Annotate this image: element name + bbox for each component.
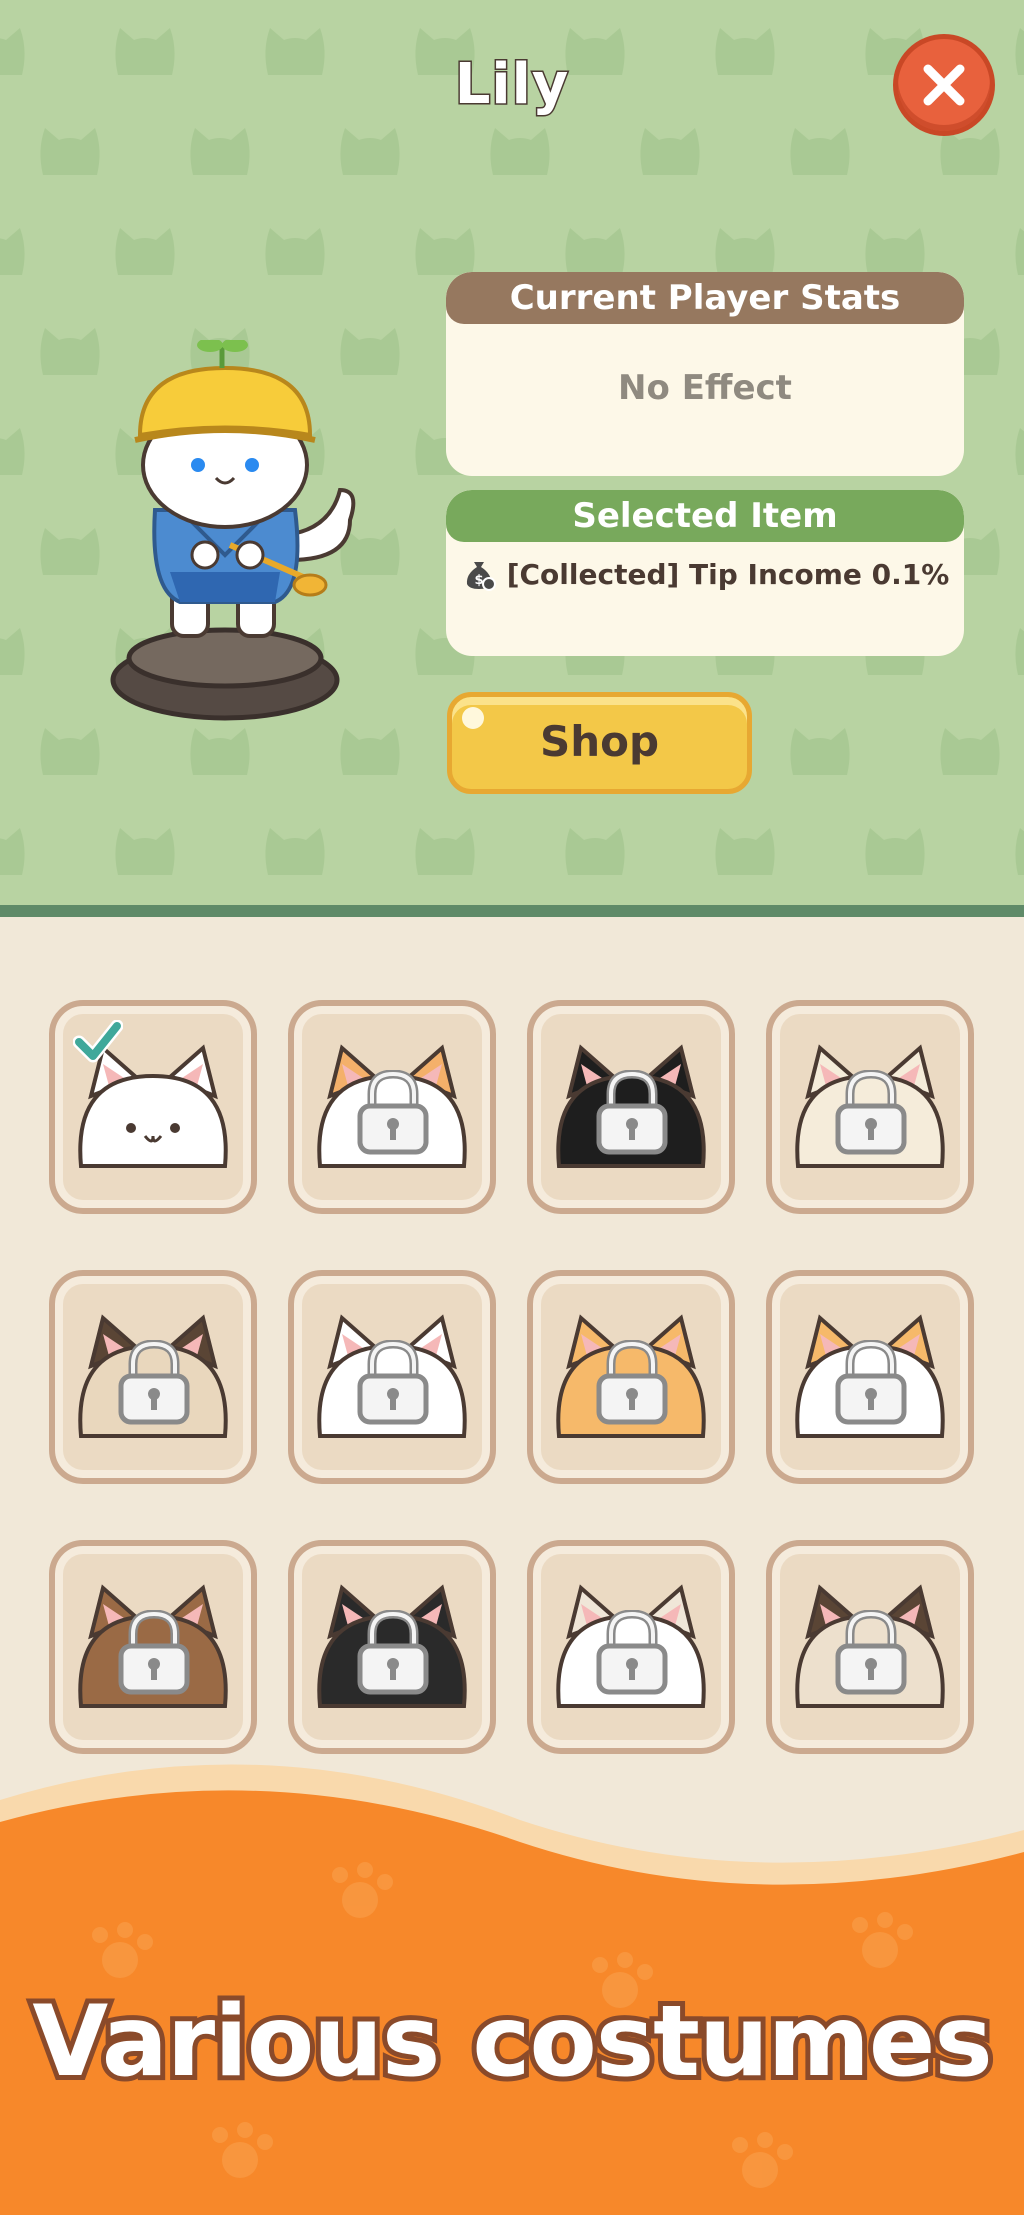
- background-cat-icon: [335, 120, 405, 180]
- stats-value: No Effect: [618, 368, 792, 408]
- character-preview-area: Lily Current Player Stats No Effect Sele…: [0, 0, 1024, 905]
- lock-icon: [596, 1610, 668, 1695]
- lock-icon: [118, 1340, 190, 1425]
- lock-icon: [118, 1610, 190, 1695]
- banner-headline: Various costumes: [27, 1980, 997, 2104]
- lock-icon: [835, 1070, 907, 1155]
- background-cat-icon: [1010, 420, 1024, 480]
- costume-slot-siamese-cat[interactable]: [766, 1540, 974, 1754]
- stats-panel-header: Current Player Stats: [446, 272, 964, 324]
- current-player-stats-panel: Current Player Stats No Effect: [446, 272, 964, 476]
- background-cat-icon: [0, 820, 30, 880]
- background-cat-icon: [635, 120, 705, 180]
- check-icon: [73, 1020, 123, 1063]
- background-cat-icon: [410, 220, 480, 280]
- background-cat-icon: [0, 420, 30, 480]
- selected-item-text: [Collected] Tip Income 0.1%: [506, 557, 950, 591]
- background-cat-icon: [935, 720, 1005, 780]
- shop-button[interactable]: Shop: [447, 692, 752, 794]
- background-cat-icon: [560, 220, 630, 280]
- background-cat-icon: [1010, 220, 1024, 280]
- money-bag-icon: $: [466, 562, 496, 591]
- close-icon: [923, 64, 965, 106]
- background-cat-icon: [35, 320, 105, 380]
- background-cat-icon: [860, 220, 930, 280]
- costume-slot-orange-white-cat[interactable]: [766, 1270, 974, 1484]
- background-cat-icon: [110, 820, 180, 880]
- costume-slot-black-cat[interactable]: [288, 1540, 496, 1754]
- lock-icon: [357, 1070, 429, 1155]
- background-cat-icon: [710, 220, 780, 280]
- background-cat-icon: [785, 120, 855, 180]
- background-cat-icon: [185, 120, 255, 180]
- character-avatar: [110, 340, 356, 721]
- background-cat-icon: [0, 620, 30, 680]
- background-cat-icon: [410, 820, 480, 880]
- background-cat-icon: [260, 820, 330, 880]
- costume-slot-calico-cat[interactable]: [288, 1000, 496, 1214]
- shop-button-shine: [462, 707, 484, 729]
- svg-text:$: $: [474, 573, 483, 588]
- background-cat-icon: [35, 120, 105, 180]
- character-name: Lily: [453, 51, 570, 119]
- costume-slot-fluffy-white-cat[interactable]: [288, 1270, 496, 1484]
- lock-icon: [357, 1610, 429, 1695]
- shop-button-label: Shop: [539, 717, 660, 766]
- costume-slot-brown-siamese-cat[interactable]: [49, 1270, 257, 1484]
- costume-slot-orange-cat[interactable]: [527, 1270, 735, 1484]
- close-button[interactable]: [893, 34, 995, 136]
- selected-item-panel: Selected Item $ [Collected] Tip Income 0…: [446, 490, 964, 656]
- costume-slot-white-cat[interactable]: [49, 1000, 257, 1214]
- background-cat-icon: [485, 120, 555, 180]
- selected-panel-header: Selected Item: [446, 490, 964, 542]
- costume-slot-lop-ear-cat[interactable]: [527, 1540, 735, 1754]
- background-cat-icon: [35, 720, 105, 780]
- costume-slot-cream-cat[interactable]: [766, 1000, 974, 1214]
- background-cat-icon: [0, 220, 30, 280]
- background-cat-icon: [860, 820, 930, 880]
- lock-icon: [835, 1610, 907, 1695]
- lock-icon: [357, 1340, 429, 1425]
- background-cat-icon: [785, 720, 855, 780]
- lock-icon: [596, 1070, 668, 1155]
- background-cat-icon: [560, 820, 630, 880]
- section-divider: [0, 905, 1024, 917]
- background-cat-icon: [35, 520, 105, 580]
- costume-slot-brown-tabby-cat[interactable]: [49, 1540, 257, 1754]
- lock-icon: [835, 1340, 907, 1425]
- background-cat-icon: [710, 820, 780, 880]
- background-cat-icon: [1010, 820, 1024, 880]
- background-cat-icon: [1010, 620, 1024, 680]
- background-cat-icon: [260, 220, 330, 280]
- background-cat-icon: [110, 220, 180, 280]
- costume-slot-tuxedo-cat[interactable]: [527, 1000, 735, 1214]
- lock-icon: [596, 1340, 668, 1425]
